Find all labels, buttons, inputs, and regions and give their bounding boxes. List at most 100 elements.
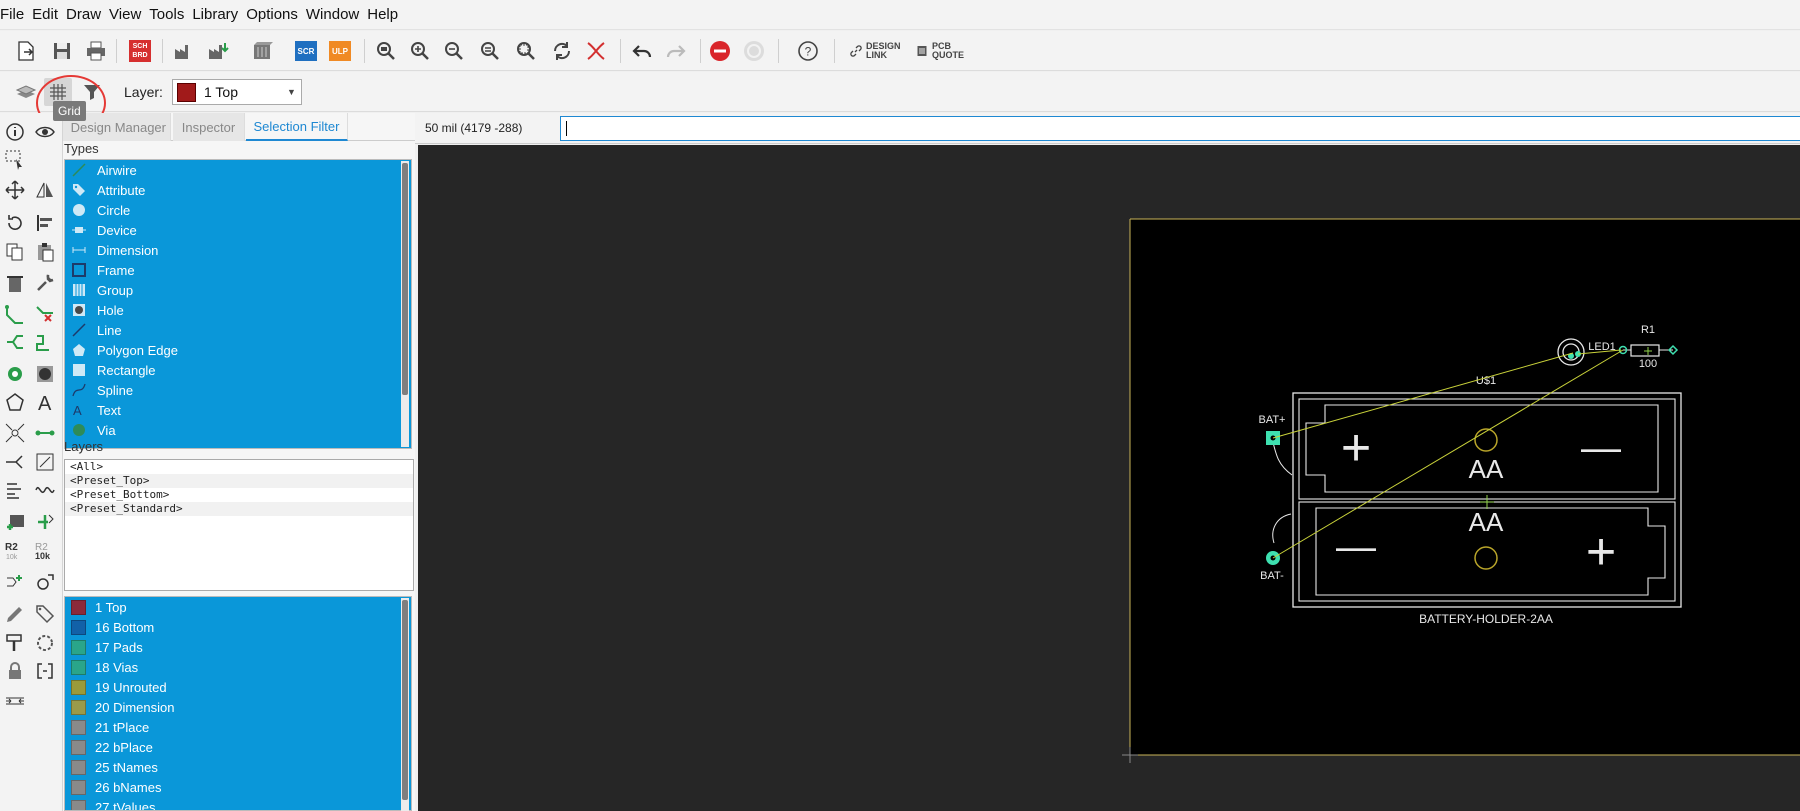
hole-tool-tool-button[interactable] bbox=[32, 361, 58, 387]
pcb-quote-button[interactable]: PCB QUOTE bbox=[916, 40, 968, 62]
align-lines-tool-button[interactable] bbox=[2, 477, 28, 503]
type-filter-item[interactable]: Circle bbox=[65, 200, 411, 220]
rotate-tool-button[interactable] bbox=[2, 210, 28, 236]
menu-tools[interactable]: Tools bbox=[149, 6, 190, 23]
fanout-tool-button[interactable] bbox=[2, 329, 28, 355]
menu-library[interactable]: Library bbox=[192, 6, 244, 23]
replace-part-tool-button[interactable] bbox=[32, 509, 58, 535]
board-canvas[interactable]: + — — + AA AA BATTERY-HOLDER-2AA BAT+ BA… bbox=[418, 145, 1800, 811]
layers-scroll-thumb[interactable] bbox=[402, 600, 408, 800]
layer-filter-item[interactable]: 26 bNames bbox=[65, 777, 411, 797]
layer-preset-item[interactable]: <All> bbox=[65, 460, 413, 474]
zoom-fit-button[interactable] bbox=[372, 37, 400, 65]
ratsnest-button[interactable] bbox=[582, 37, 610, 65]
type-filter-item[interactable]: Airwire bbox=[65, 160, 411, 180]
menu-edit[interactable]: Edit bbox=[32, 6, 64, 23]
layer-preset-item[interactable]: <Preset_Standard> bbox=[65, 502, 413, 516]
layers-scrollbar[interactable] bbox=[401, 598, 409, 811]
change-tool-button[interactable] bbox=[32, 569, 58, 595]
zoom-out-button[interactable] bbox=[440, 37, 468, 65]
type-filter-item[interactable]: Hole bbox=[65, 300, 411, 320]
layer-filter-item[interactable]: 18 Vias bbox=[65, 657, 411, 677]
compress-tool-button[interactable] bbox=[2, 688, 28, 714]
zoom-select-button[interactable] bbox=[512, 37, 540, 65]
type-filter-item[interactable]: Group bbox=[65, 280, 411, 300]
menu-view[interactable]: View bbox=[109, 6, 147, 23]
layer-filter-item[interactable]: 16 Bottom bbox=[65, 617, 411, 637]
layer-preset-item[interactable]: <Preset_Top> bbox=[65, 474, 413, 488]
text-tool-tool-button[interactable]: A bbox=[32, 389, 58, 415]
split-tool-button[interactable] bbox=[2, 449, 28, 475]
signal-tool-button[interactable] bbox=[32, 477, 58, 503]
design-link-button[interactable]: DESIGN LINK bbox=[850, 40, 902, 62]
layer-filter-item[interactable]: 25 tNames bbox=[65, 757, 411, 777]
zoom-in-button[interactable] bbox=[406, 37, 434, 65]
go-button[interactable] bbox=[740, 37, 768, 65]
stop-button[interactable] bbox=[706, 37, 734, 65]
paste-tool-button[interactable] bbox=[32, 239, 58, 265]
paint-tool-button[interactable] bbox=[2, 630, 28, 656]
layer-filter-item[interactable]: 19 Unrouted bbox=[65, 677, 411, 697]
select-tool-button[interactable] bbox=[2, 147, 28, 173]
type-filter-item[interactable]: Spline bbox=[65, 380, 411, 400]
value-tool-button[interactable]: R2 10k bbox=[32, 538, 58, 564]
menu-draw[interactable]: Draw bbox=[66, 6, 107, 23]
type-filter-item[interactable]: Frame bbox=[65, 260, 411, 280]
menu-window[interactable]: Window bbox=[306, 6, 365, 23]
name-tool-button[interactable]: R2 10k bbox=[2, 538, 28, 564]
pen-tool-button[interactable] bbox=[2, 601, 28, 627]
dotted-circle-tool-button[interactable] bbox=[32, 630, 58, 656]
junction-tool-button[interactable] bbox=[2, 420, 28, 446]
type-filter-item[interactable]: Line bbox=[65, 320, 411, 340]
tab-selection-filter[interactable]: Selection Filter bbox=[246, 113, 348, 141]
wire-tool-button[interactable] bbox=[32, 420, 58, 446]
script-button[interactable]: SCR bbox=[292, 37, 320, 65]
open-file-button[interactable] bbox=[12, 37, 40, 65]
layer-filter-item[interactable]: 17 Pads bbox=[65, 637, 411, 657]
type-filter-item[interactable]: Dimension bbox=[65, 240, 411, 260]
library-manager-button[interactable] bbox=[248, 37, 276, 65]
cam-processor-button[interactable] bbox=[170, 37, 198, 65]
tab-inspector[interactable]: Inspector bbox=[173, 113, 245, 141]
ripup-tool-button[interactable] bbox=[32, 301, 58, 327]
layer-filter-item[interactable]: 1 Top bbox=[65, 597, 411, 617]
manufacturing-button[interactable] bbox=[204, 37, 232, 65]
layer-settings-button[interactable] bbox=[12, 78, 40, 106]
redraw-button[interactable] bbox=[548, 37, 576, 65]
layer-filter-item[interactable]: 21 tPlace bbox=[65, 717, 411, 737]
tag-tool-tool-button[interactable] bbox=[32, 601, 58, 627]
command-input[interactable] bbox=[560, 116, 1800, 141]
info-tool-button[interactable] bbox=[2, 119, 28, 145]
wrench-tool-button[interactable] bbox=[32, 270, 58, 296]
add-part-tool-button[interactable] bbox=[2, 509, 28, 535]
layer-dropdown[interactable]: 1 Top ▼ bbox=[172, 79, 302, 105]
menu-help[interactable]: Help bbox=[367, 6, 404, 23]
menu-file[interactable]: File bbox=[0, 6, 30, 23]
mirror-tool-button[interactable] bbox=[32, 177, 58, 203]
type-filter-item[interactable]: A Text bbox=[65, 400, 411, 420]
line-tool-tool-button[interactable] bbox=[32, 449, 58, 475]
types-scrollbar[interactable] bbox=[401, 161, 409, 447]
redo-button[interactable] bbox=[662, 37, 690, 65]
layer-filter-item[interactable]: 20 Dimension bbox=[65, 697, 411, 717]
copy-tool-button[interactable] bbox=[2, 239, 28, 265]
print-button[interactable] bbox=[82, 37, 110, 65]
delete-tool-button[interactable] bbox=[2, 270, 28, 296]
type-filter-item[interactable]: Polygon Edge bbox=[65, 340, 411, 360]
polygon-tool-tool-button[interactable] bbox=[2, 389, 28, 415]
ulp-button[interactable]: ULP bbox=[326, 37, 354, 65]
eye-tool-button[interactable] bbox=[32, 119, 58, 145]
undo-button[interactable] bbox=[628, 37, 656, 65]
lock-tool-button[interactable] bbox=[2, 658, 28, 684]
help-button[interactable]: ? bbox=[794, 37, 822, 65]
bracket-tool-button[interactable] bbox=[32, 658, 58, 684]
meander-tool-button[interactable] bbox=[32, 329, 58, 355]
sch-brd-switch-button[interactable]: SCH BRD bbox=[126, 37, 154, 65]
smash-tool-button[interactable] bbox=[2, 569, 28, 595]
route-tool-button[interactable] bbox=[2, 301, 28, 327]
type-filter-item[interactable]: Device bbox=[65, 220, 411, 240]
align-tool-button[interactable] bbox=[32, 210, 58, 236]
layer-preset-item[interactable]: <Preset_Bottom> bbox=[65, 488, 413, 502]
type-filter-item[interactable]: Attribute bbox=[65, 180, 411, 200]
layer-filter-item[interactable]: 27 tValues bbox=[65, 797, 411, 810]
